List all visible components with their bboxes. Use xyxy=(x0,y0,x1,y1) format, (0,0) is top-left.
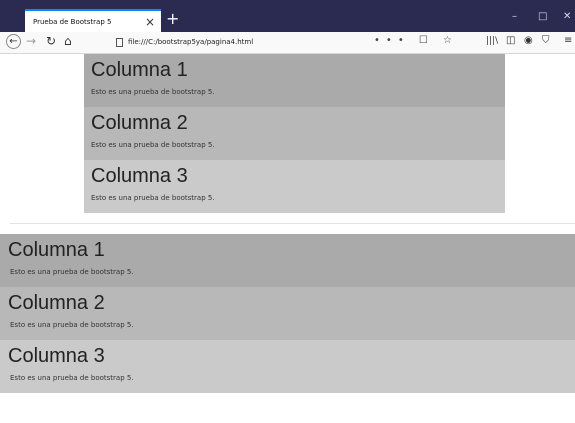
library-icon[interactable]: |||\ xyxy=(486,37,498,46)
column-heading: Columna 2 xyxy=(91,112,188,134)
column-text: Esto es una prueba de bootstrap 5. xyxy=(10,374,134,382)
tab-active[interactable]: Prueba de Bootstrap 5 × xyxy=(25,9,161,32)
column-3: Columna 3 Esto es una prueba de bootstra… xyxy=(84,160,505,213)
navigation-bar: ← → ↻ ⌂ file:///C:/bootstrap5ya/pagina4.… xyxy=(0,32,575,54)
fluid-column-1: Columna 1 Esto es una prueba de bootstra… xyxy=(0,234,575,287)
column-text: Esto es una prueba de bootstrap 5. xyxy=(91,141,215,149)
tab-title: Prueba de Bootstrap 5 xyxy=(33,17,112,26)
column-text: Esto es una prueba de bootstrap 5. xyxy=(10,268,134,276)
page-icon xyxy=(116,37,123,47)
column-heading: Columna 3 xyxy=(8,345,105,367)
reload-icon[interactable]: ↻ xyxy=(46,35,56,47)
column-1: Columna 1 Esto es una prueba de bootstra… xyxy=(84,54,505,107)
tab-bar: Prueba de Bootstrap 5 × + – □ ✕ xyxy=(0,0,575,32)
url-bar[interactable]: file:///C:/bootstrap5ya/pagina4.html •••… xyxy=(108,34,458,50)
column-2: Columna 2 Esto es una prueba de bootstra… xyxy=(84,107,505,160)
divider xyxy=(10,223,575,224)
url-actions[interactable]: ••• ☐ ☆ xyxy=(374,35,458,46)
shield-icon[interactable]: ⛉ xyxy=(542,36,550,46)
close-window-button[interactable]: ✕ xyxy=(563,12,571,22)
column-text: Esto es una prueba de bootstrap 5. xyxy=(91,194,215,202)
home-icon[interactable]: ⌂ xyxy=(64,35,72,47)
column-heading: Columna 2 xyxy=(8,292,105,314)
column-text: Esto es una prueba de bootstrap 5. xyxy=(91,88,215,96)
column-text: Esto es una prueba de bootstrap 5. xyxy=(10,321,134,329)
page-content: Columna 1 Esto es una prueba de bootstra… xyxy=(0,54,575,423)
container: Columna 1 Esto es una prueba de bootstra… xyxy=(84,54,505,213)
column-heading: Columna 3 xyxy=(91,165,188,187)
container-fluid: Columna 1 Esto es una prueba de bootstra… xyxy=(0,234,575,393)
column-heading: Columna 1 xyxy=(8,239,105,261)
fluid-column-3: Columna 3 Esto es una prueba de bootstra… xyxy=(0,340,575,393)
column-heading: Columna 1 xyxy=(91,59,188,81)
hamburger-menu-icon[interactable]: ≡ xyxy=(564,36,572,46)
forward-arrow-icon[interactable]: → xyxy=(26,35,36,47)
minimize-button[interactable]: – xyxy=(512,12,517,22)
url-text[interactable]: file:///C:/bootstrap5ya/pagina4.html xyxy=(128,38,253,46)
sidebar-icon[interactable]: ◫ xyxy=(506,36,515,46)
new-tab-button[interactable]: + xyxy=(166,11,179,27)
tab-close-icon[interactable]: × xyxy=(145,16,155,28)
back-arrow-icon[interactable]: ← xyxy=(6,34,21,49)
fluid-column-2: Columna 2 Esto es una prueba de bootstra… xyxy=(0,287,575,340)
maximize-button[interactable]: □ xyxy=(538,12,547,22)
account-icon[interactable]: ◉ xyxy=(524,36,533,46)
